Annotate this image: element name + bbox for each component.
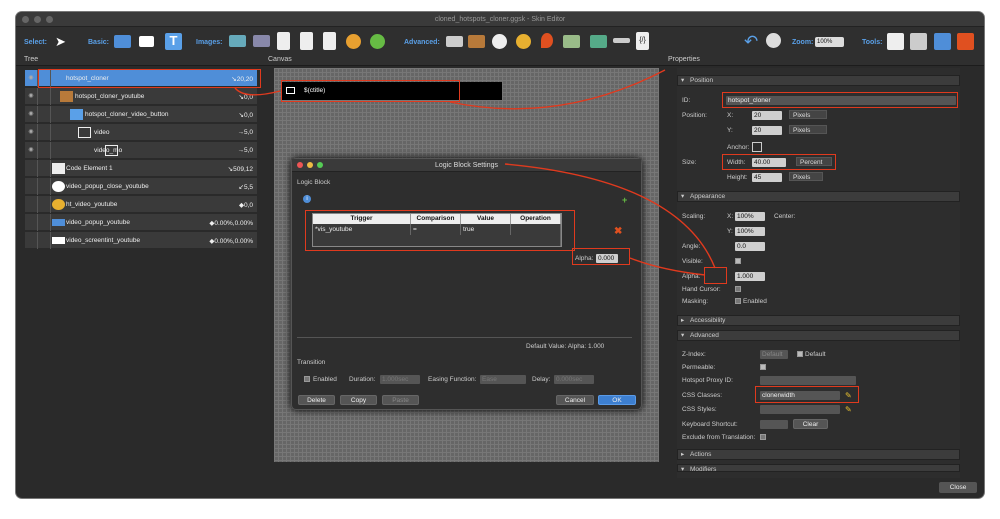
annotation-arrows bbox=[234, 69, 716, 276]
